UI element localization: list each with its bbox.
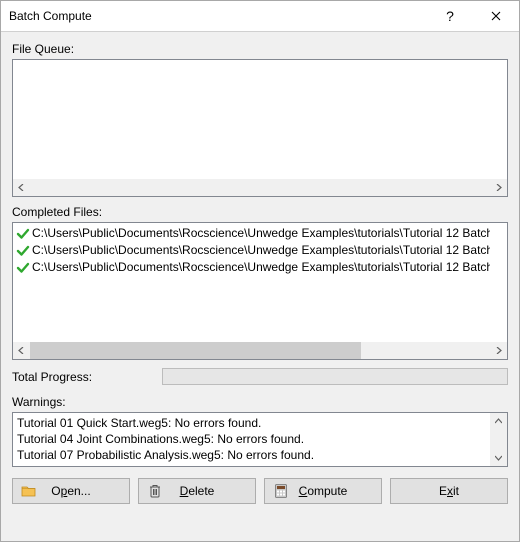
compute-button[interactable]: Compute — [264, 478, 382, 504]
close-button[interactable] — [473, 1, 519, 31]
scroll-left-icon[interactable] — [13, 342, 30, 359]
total-progress-label: Total Progress: — [12, 370, 162, 384]
completed-files-label: Completed Files: — [12, 205, 508, 219]
scroll-right-icon[interactable] — [490, 179, 507, 196]
client-area: File Queue: Completed Files: C:\Users\Pu… — [1, 32, 519, 541]
file-queue-label: File Queue: — [12, 42, 508, 56]
file-queue-hscroll[interactable] — [13, 179, 507, 196]
exit-button[interactable]: Exit — [390, 478, 508, 504]
warnings-vscroll[interactable] — [490, 413, 507, 466]
exit-label: Exit — [439, 484, 459, 498]
list-item[interactable]: C:\Users\Public\Documents\Rocscience\Unw… — [16, 242, 490, 259]
delete-button[interactable]: Delete — [138, 478, 256, 504]
scroll-up-icon[interactable] — [490, 413, 507, 430]
compute-label: Compute — [299, 484, 348, 498]
open-button[interactable]: Open... — [12, 478, 130, 504]
file-path: C:\Users\Public\Documents\Rocscience\Unw… — [32, 259, 490, 276]
file-path: C:\Users\Public\Documents\Rocscience\Unw… — [32, 242, 490, 259]
scroll-right-icon[interactable] — [490, 342, 507, 359]
completed-files-list[interactable]: C:\Users\Public\Documents\Rocscience\Unw… — [12, 222, 508, 360]
scroll-down-icon[interactable] — [490, 449, 507, 466]
delete-label: Delete — [180, 484, 215, 498]
check-icon — [16, 244, 30, 258]
help-icon: ? — [446, 8, 454, 24]
scroll-thumb[interactable] — [30, 342, 361, 359]
window-title: Batch Compute — [1, 9, 427, 23]
total-progress-row: Total Progress: — [12, 368, 508, 385]
button-row: Open... Delete — [12, 478, 508, 504]
completed-files-content: C:\Users\Public\Documents\Rocscience\Unw… — [16, 225, 490, 342]
titlebar: Batch Compute ? — [1, 1, 519, 32]
completed-files-hscroll[interactable] — [13, 342, 507, 359]
file-path: C:\Users\Public\Documents\Rocscience\Unw… — [32, 225, 490, 242]
file-queue-content — [16, 62, 490, 179]
warnings-content: Tutorial 01 Quick Start.weg5: No errors … — [17, 415, 490, 464]
list-item[interactable]: C:\Users\Public\Documents\Rocscience\Unw… — [16, 225, 490, 242]
file-queue-list[interactable] — [12, 59, 508, 197]
check-icon — [16, 227, 30, 241]
folder-icon — [21, 483, 37, 499]
open-label: Open... — [51, 484, 90, 498]
batch-compute-dialog: Batch Compute ? File Queue: — [0, 0, 520, 542]
warnings-label: Warnings: — [12, 395, 508, 409]
scroll-left-icon[interactable] — [13, 179, 30, 196]
close-icon — [491, 11, 501, 21]
calculator-icon — [273, 483, 289, 499]
help-button[interactable]: ? — [427, 1, 473, 31]
list-item[interactable]: C:\Users\Public\Documents\Rocscience\Unw… — [16, 259, 490, 276]
warnings-box[interactable]: Tutorial 01 Quick Start.weg5: No errors … — [12, 412, 508, 467]
check-icon — [16, 261, 30, 275]
trash-icon — [147, 483, 163, 499]
progress-bar — [162, 368, 508, 385]
